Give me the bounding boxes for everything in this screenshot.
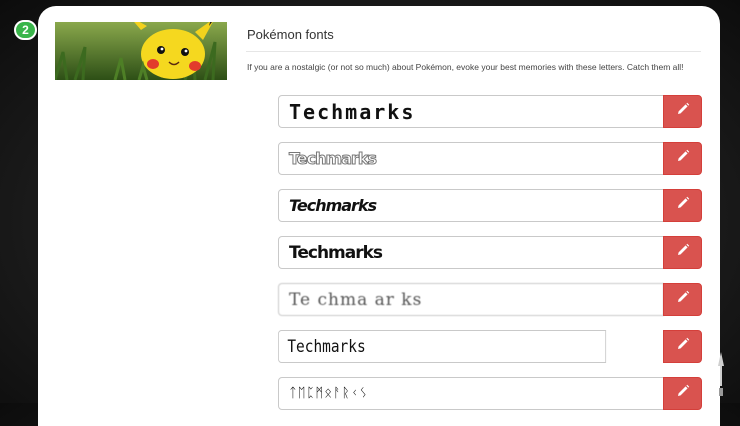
edit-font-button[interactable] xyxy=(663,236,702,269)
edit-font-button[interactable] xyxy=(663,95,702,128)
edit-font-button[interactable] xyxy=(663,142,702,175)
step-number-badge: 2 xyxy=(14,20,37,40)
font-preview-field[interactable]: Techmarks xyxy=(278,236,664,269)
edit-font-button[interactable] xyxy=(663,189,702,222)
font-preview-field[interactable]: ᛏᛖᛈᛗᛟᚨᚱᚲᛊ xyxy=(278,377,664,410)
pencil-icon xyxy=(676,149,690,168)
edit-font-button[interactable] xyxy=(663,283,702,316)
pikachu-thumbnail xyxy=(55,22,227,80)
section-description: If you are a nostalgic (or not so much) … xyxy=(247,62,684,72)
font-row: Te chma ar ks xyxy=(278,283,702,318)
font-preview-field[interactable]: Techmarks xyxy=(278,95,664,128)
font-row: Techmarks xyxy=(278,142,702,177)
font-row: Techmarks xyxy=(278,95,702,130)
pencil-icon xyxy=(676,290,690,309)
font-section-card: Pokémon fonts If you are a nostalgic (or… xyxy=(38,6,720,426)
pencil-icon xyxy=(676,337,690,356)
pencil-icon xyxy=(676,384,690,403)
section-title: Pokémon fonts xyxy=(247,27,334,42)
font-preview-field[interactable]: Techmarks xyxy=(278,189,664,222)
font-preview-field[interactable]: Te chma ar ks xyxy=(278,283,664,316)
font-row: ᛏᛖᛈᛗᛟᚨᚱᚲᛊ xyxy=(278,377,702,412)
font-row: Techmarks xyxy=(278,330,702,365)
title-divider xyxy=(246,51,701,52)
pencil-icon xyxy=(676,102,690,121)
pencil-icon xyxy=(676,243,690,262)
font-row: Techmarks xyxy=(278,236,702,271)
font-preview-field[interactable]: Techmarks xyxy=(278,142,664,175)
font-list: Techmarks Techmarks Techmarks Techmarks … xyxy=(278,95,702,424)
scroll-indicator-icon[interactable] xyxy=(716,352,726,398)
font-preview-field[interactable]: Techmarks xyxy=(278,330,607,363)
pencil-icon xyxy=(676,196,690,215)
edit-font-button[interactable] xyxy=(663,377,702,410)
edit-font-button[interactable] xyxy=(663,330,702,363)
font-row: Techmarks xyxy=(278,189,702,224)
